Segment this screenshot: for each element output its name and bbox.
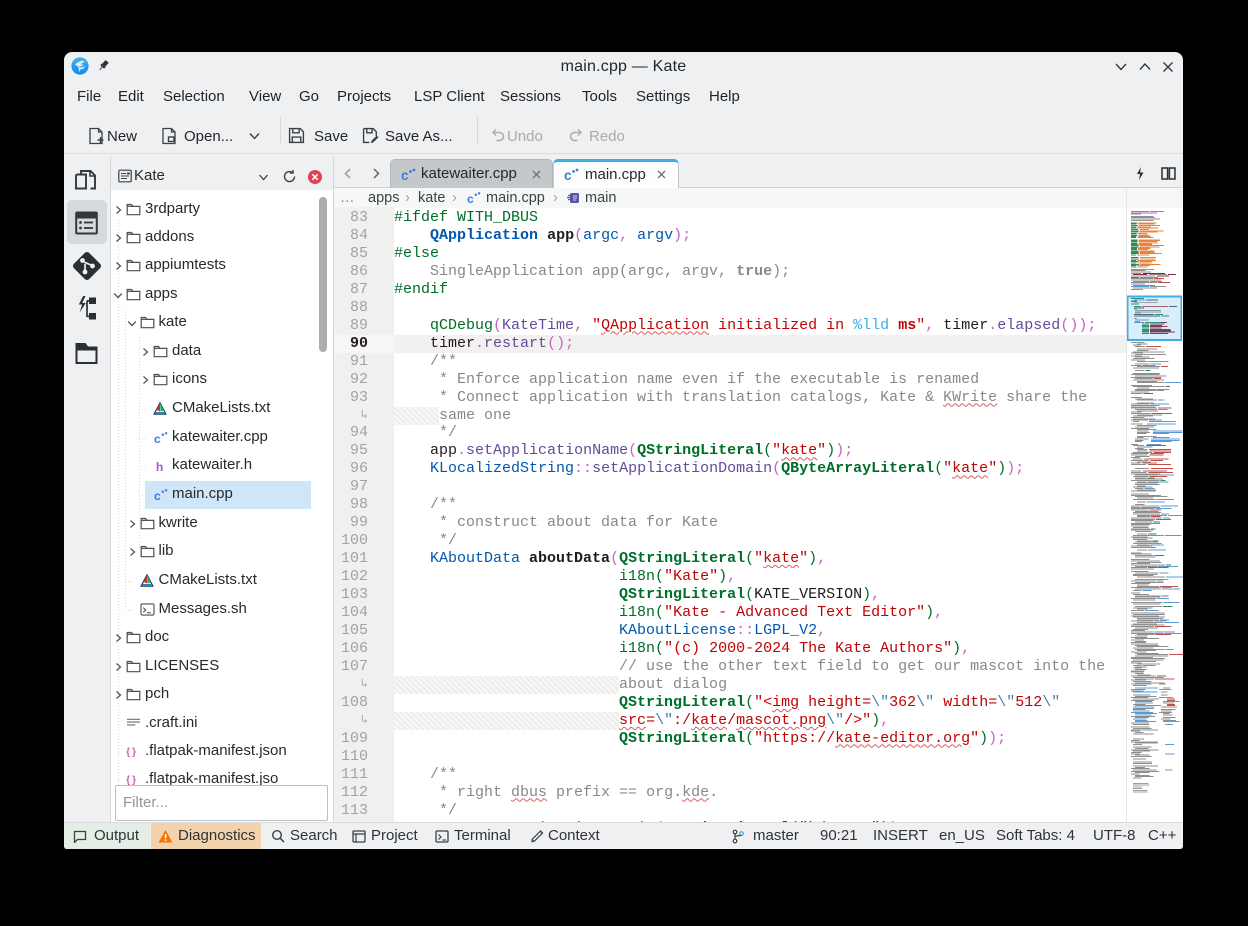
svg-text:c: c bbox=[154, 432, 161, 445]
svg-text:c: c bbox=[154, 489, 161, 502]
svg-text:{ }: { } bbox=[126, 747, 136, 758]
svg-text:c: c bbox=[467, 192, 474, 205]
svg-text:c: c bbox=[401, 168, 409, 182]
svg-text:h: h bbox=[156, 460, 163, 473]
svg-text:c: c bbox=[564, 168, 572, 182]
